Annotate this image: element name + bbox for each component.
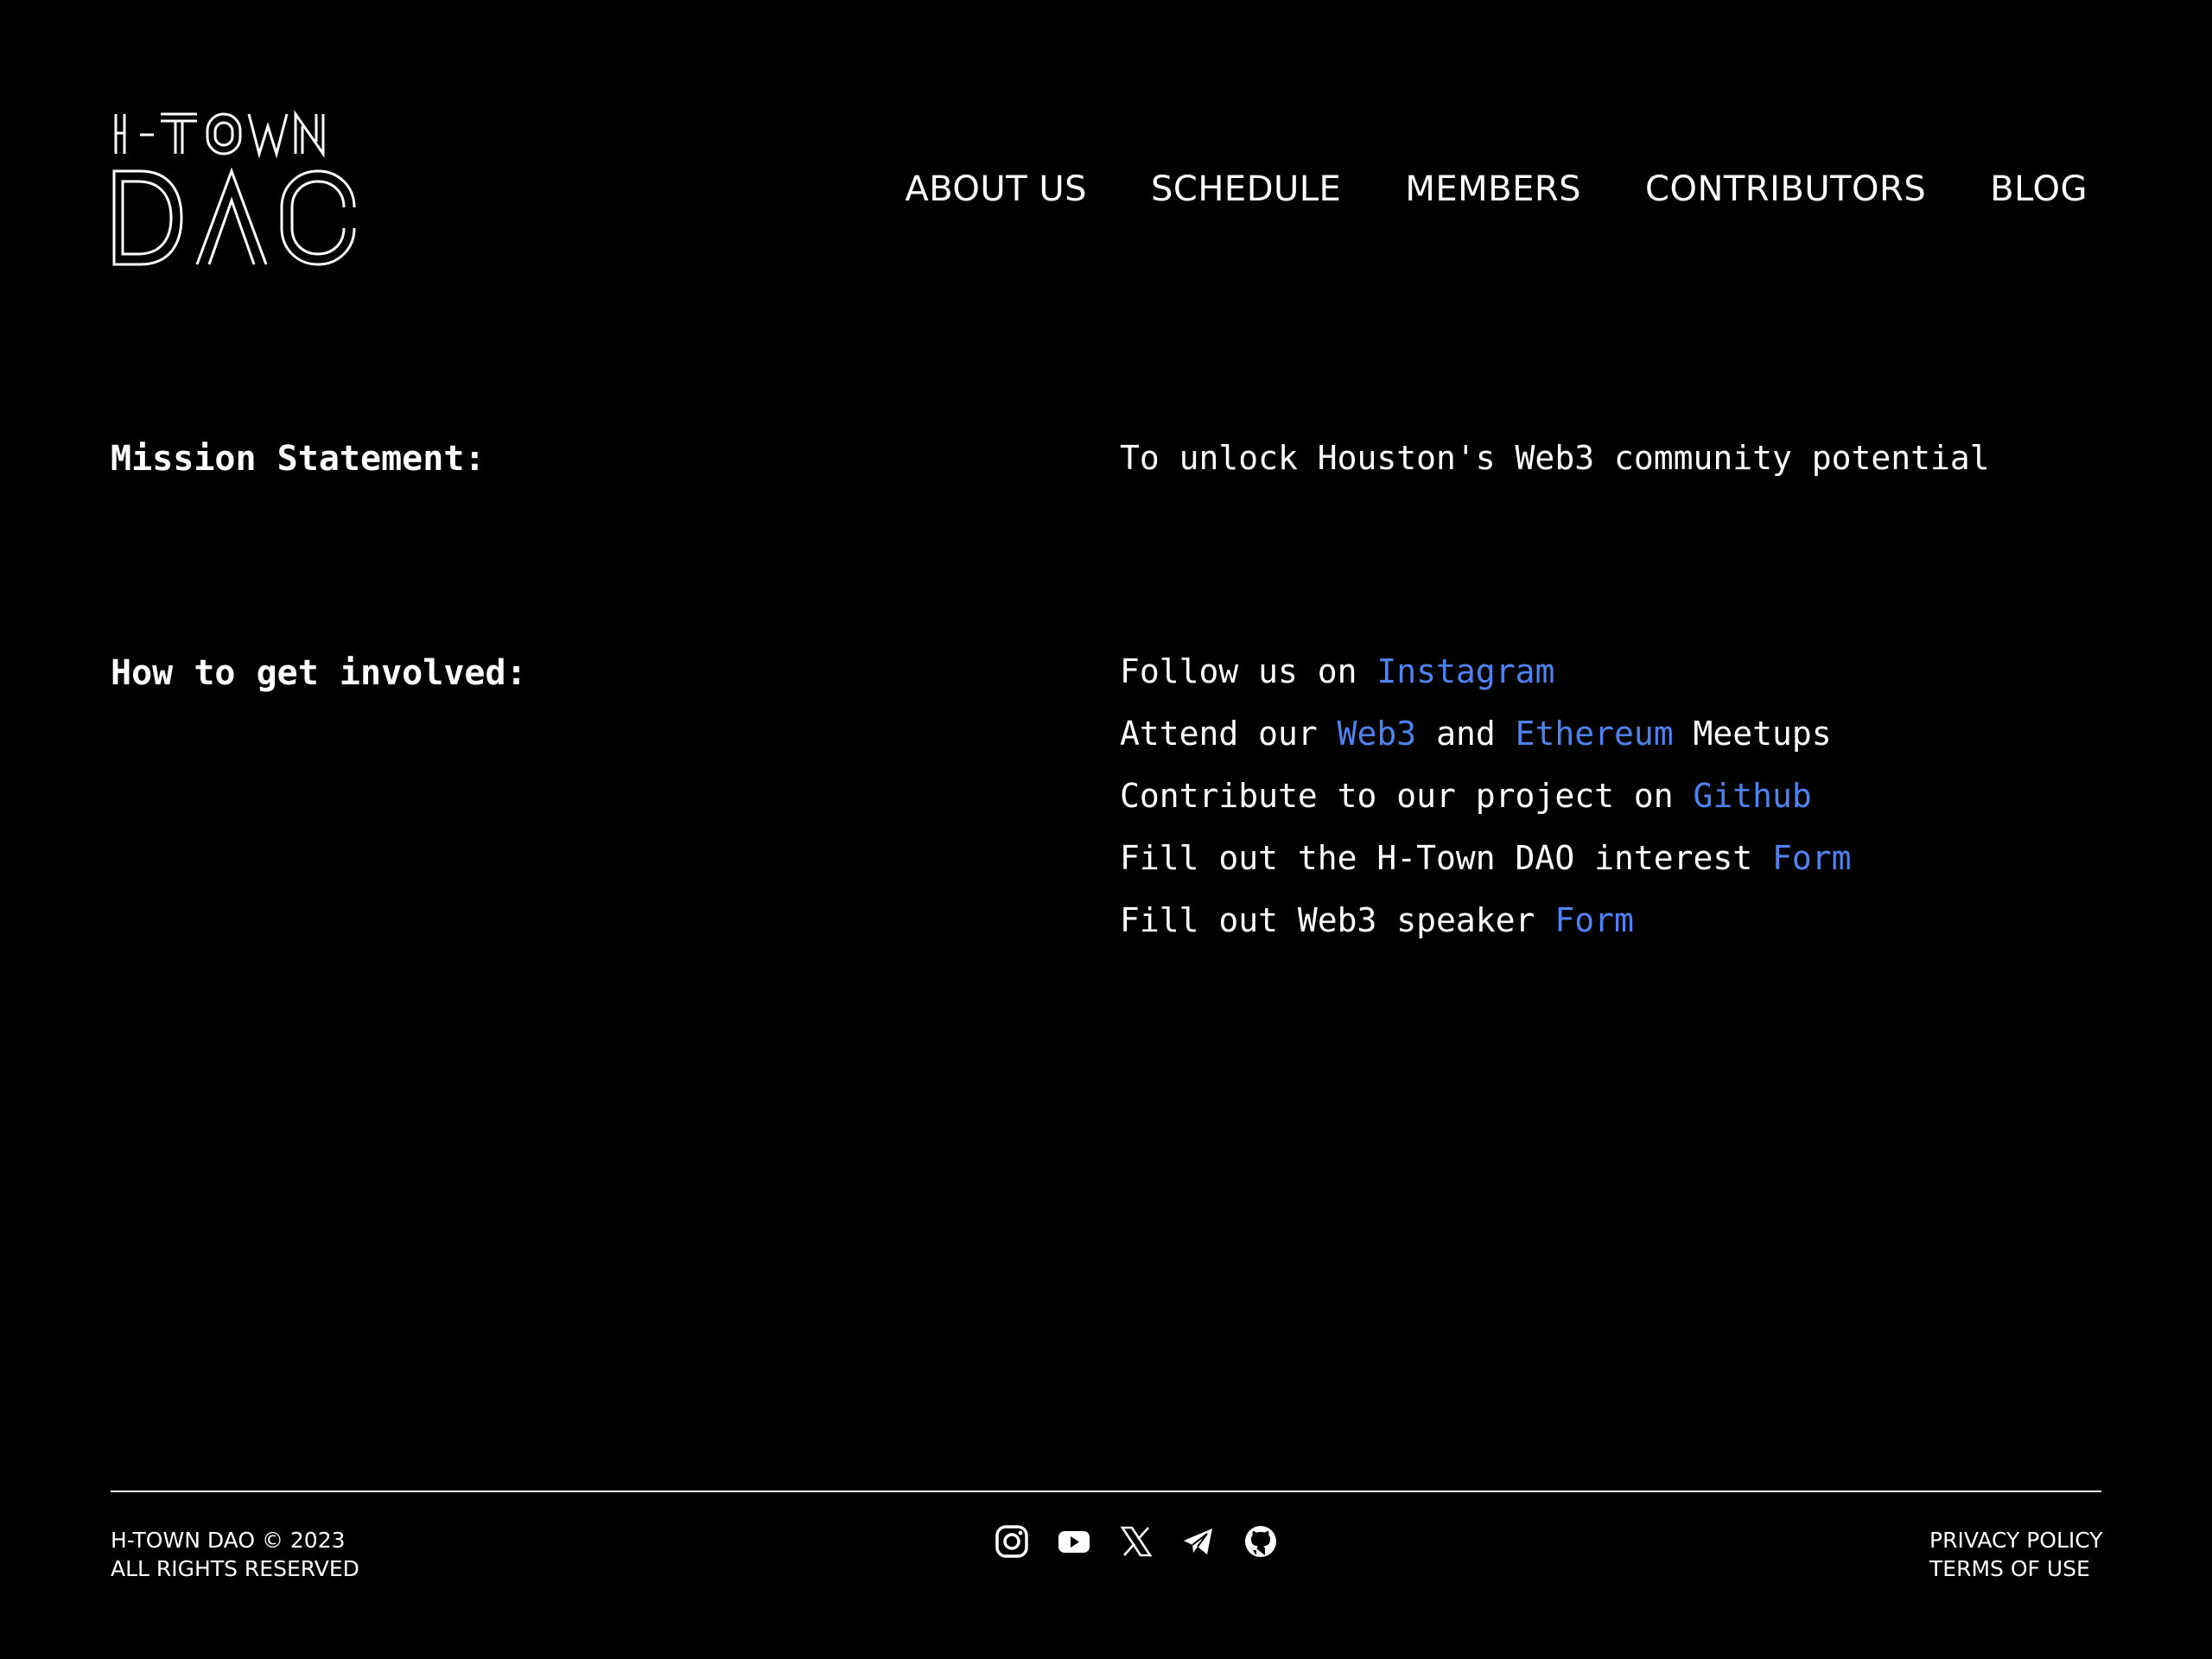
interest-form-link[interactable]: Form (1772, 839, 1852, 877)
logo-mark (112, 110, 356, 266)
nav-schedule[interactable]: SCHEDULE (1151, 169, 1341, 209)
nav-about-us[interactable]: ABOUT US (905, 169, 1087, 209)
instagram-icon[interactable] (995, 1524, 1029, 1559)
footer-legal: PRIVACY POLICY TERMS OF USE (1929, 1526, 2103, 1583)
list-item: Follow us on Instagram (1120, 652, 1555, 690)
nav-members[interactable]: MEMBERS (1405, 169, 1581, 209)
speaker-form-link[interactable]: Form (1554, 901, 1634, 939)
nav-blog[interactable]: BLOG (1990, 169, 2088, 209)
site-logo[interactable] (111, 104, 370, 276)
nav-contributors[interactable]: CONTRIBUTORS (1645, 169, 1926, 209)
involved-list: Follow us on Instagram Attend our Web3 a… (1120, 652, 1852, 963)
telegram-icon[interactable] (1181, 1524, 1216, 1559)
web3-link[interactable]: Web3 (1338, 715, 1417, 753)
instagram-link[interactable]: Instagram (1376, 652, 1554, 690)
ethereum-link[interactable]: Ethereum (1516, 715, 1674, 753)
privacy-policy-link[interactable]: PRIVACY POLICY (1929, 1526, 2103, 1554)
footer-divider (111, 1491, 2101, 1492)
main-nav: ABOUT US SCHEDULE MEMBERS CONTRIBUTORS B… (905, 169, 2088, 209)
list-item: Fill out the H-Town DAO interest Form (1120, 839, 1852, 877)
involved-label: How to get involved: (111, 653, 527, 693)
social-links (995, 1524, 1278, 1559)
mission-label: Mission Statement: (111, 439, 486, 479)
list-item: Fill out Web3 speaker Form (1120, 901, 1634, 939)
list-item: Contribute to our project on Github (1120, 777, 1812, 815)
rights-text: ALL RIGHTS RESERVED (111, 1556, 359, 1581)
copyright-text: H-TOWN DAO © 2023 (111, 1528, 346, 1553)
youtube-icon[interactable] (1057, 1524, 1091, 1559)
list-item: Attend our Web3 and Ethereum Meetups (1120, 715, 1832, 753)
terms-of-use-link[interactable]: TERMS OF USE (1929, 1554, 2103, 1583)
github-icon[interactable] (1243, 1524, 1278, 1559)
github-link[interactable]: Github (1693, 777, 1811, 815)
mission-text: To unlock Houston's Web3 community poten… (1120, 439, 1990, 477)
x-twitter-icon[interactable] (1119, 1524, 1154, 1559)
footer-copyright: H-TOWN DAO © 2023 ALL RIGHTS RESERVED (111, 1526, 359, 1583)
